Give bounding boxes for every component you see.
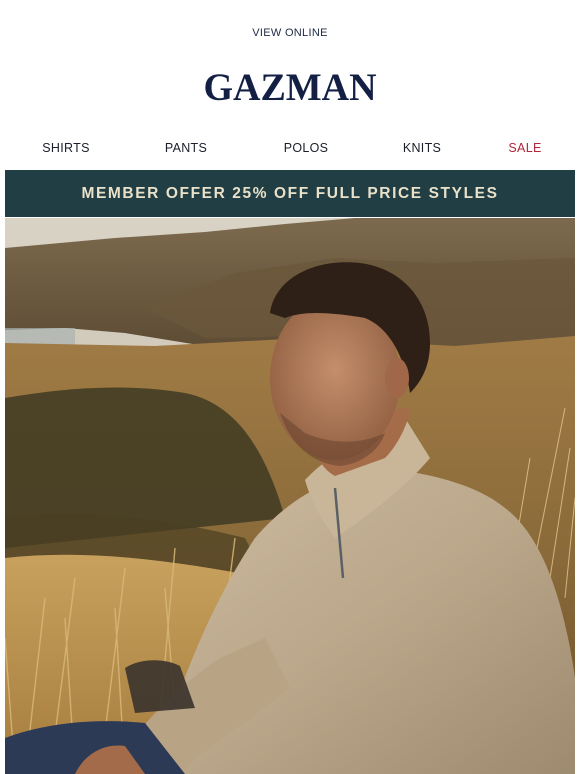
- hero-image-link[interactable]: [5, 218, 575, 774]
- view-online-link[interactable]: VIEW ONLINE: [0, 27, 580, 39]
- nav-item-sale[interactable]: SALE: [508, 141, 541, 155]
- category-nav: SHIRTS PANTS POLOS KNITS SALE: [5, 141, 575, 159]
- email-page: VIEW ONLINE GAZMAN SHIRTS PANTS POLOS KN…: [0, 0, 580, 774]
- member-offer-text: MEMBER OFFER 25% OFF FULL PRICE STYLES: [81, 184, 499, 202]
- hero-image: [5, 218, 575, 774]
- brand-logo[interactable]: GAZMAN: [0, 66, 580, 111]
- member-offer-banner[interactable]: MEMBER OFFER 25% OFF FULL PRICE STYLES: [5, 170, 575, 217]
- nav-item-polos[interactable]: POLOS: [284, 141, 329, 155]
- nav-item-shirts[interactable]: SHIRTS: [42, 141, 89, 155]
- nav-item-pants[interactable]: PANTS: [165, 141, 207, 155]
- nav-item-knits[interactable]: KNITS: [403, 141, 441, 155]
